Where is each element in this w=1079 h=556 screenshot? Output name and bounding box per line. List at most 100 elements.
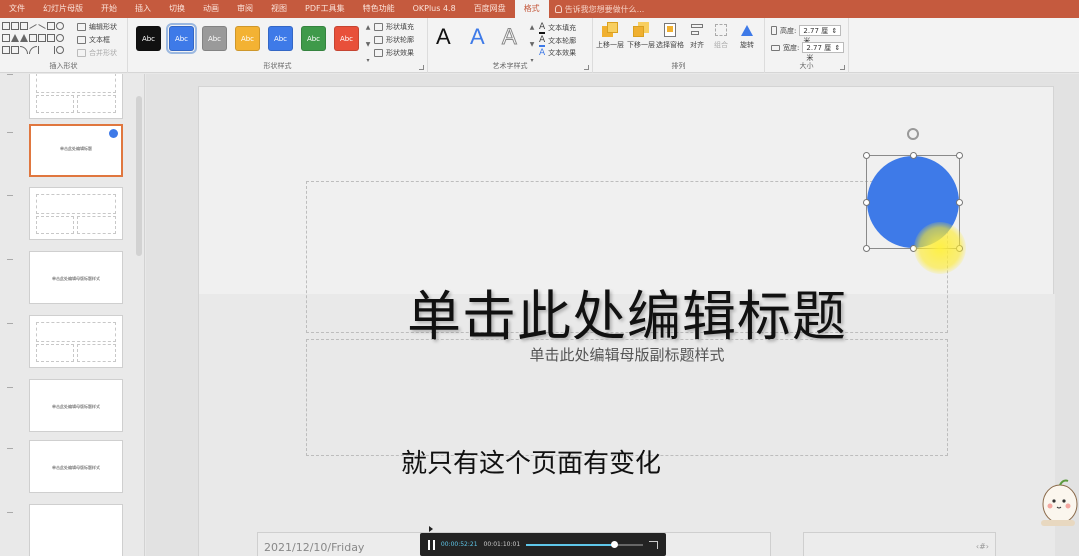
slide-thumbnail[interactable]: 单击此处编辑母版标题样式 <box>29 440 123 493</box>
dialog-launcher-icon[interactable] <box>419 65 424 70</box>
bring-forward-button[interactable]: 上移一层 <box>593 22 627 50</box>
gallery-scroll[interactable]: ▲ ▼ ▾ <box>364 24 372 64</box>
wordart-style-black[interactable]: A <box>436 24 451 50</box>
ribbon-tab[interactable]: 百度网盘 <box>465 0 515 18</box>
arrow-shape-icon[interactable] <box>29 34 37 42</box>
dialog-launcher-icon[interactable] <box>840 65 845 70</box>
text-outline-button[interactable]: A 文本轮廓 <box>539 35 576 47</box>
textbox-shape-icon[interactable] <box>20 22 28 30</box>
wordart-gallery-scroll[interactable]: ▲ ▼ ▾ <box>528 24 536 64</box>
rectangle-shape-icon[interactable] <box>11 46 19 54</box>
slide-thumbnail[interactable] <box>29 187 123 240</box>
shape-fill-button[interactable]: 形状填充 <box>374 22 414 32</box>
shape-effects-button[interactable]: 形状效果 <box>374 48 414 58</box>
arrow-shape-icon[interactable] <box>47 34 55 42</box>
shape-style-swatch[interactable]: Abc <box>202 26 227 51</box>
subtitle-placeholder[interactable]: 单击此处编辑母版副标题样式 <box>306 339 948 456</box>
wordart-style-blue[interactable]: A <box>470 24 485 50</box>
ribbon-tab[interactable]: 视图 <box>262 0 296 18</box>
group-arrange: 上移一层 下移一层 选择窗格 对齐 组合 旋转 排列 <box>593 18 765 73</box>
resize-handle[interactable] <box>956 152 963 159</box>
spinner-icon[interactable]: ⇕ <box>834 43 840 52</box>
triangle-shape-icon[interactable] <box>20 34 28 42</box>
chevron-up-icon[interactable]: ▲ <box>366 24 371 31</box>
chevron-down-icon[interactable]: ▼ <box>366 41 371 48</box>
edit-shape-button[interactable]: 编辑形状 <box>77 22 117 32</box>
resize-handle[interactable] <box>956 199 963 206</box>
title-placeholder[interactable]: 单击此处编辑标题 <box>306 181 948 348</box>
chevron-down-icon[interactable]: ▼ <box>530 41 535 48</box>
slide-thumbnail[interactable] <box>29 504 123 556</box>
slide-thumbnail[interactable] <box>29 315 123 368</box>
ribbon-tab[interactable]: 切换 <box>160 0 194 18</box>
wordart-style-outline[interactable]: A <box>502 24 518 50</box>
ribbon-tab[interactable]: 插入 <box>126 0 160 18</box>
rotate-button[interactable]: 旋转 <box>735 22 759 50</box>
rectangle-shape-icon[interactable] <box>11 22 19 30</box>
ribbon-tab[interactable]: 文件 <box>0 0 34 18</box>
ribbon-tab[interactable]: PDF工具集 <box>296 0 354 18</box>
line-shape-icon[interactable] <box>38 24 46 29</box>
ribbon-tab[interactable]: OKPlus 4.8 <box>404 0 465 18</box>
shape-style-swatch[interactable]: Abc <box>334 26 359 51</box>
spinner-icon[interactable]: ⇕ <box>831 26 837 35</box>
slide-thumbnail[interactable] <box>29 74 123 119</box>
slide-number-placeholder[interactable]: ‹#› <box>803 532 996 556</box>
oval-shape-icon[interactable] <box>56 22 64 30</box>
line-shape-icon[interactable] <box>29 24 37 29</box>
slide-thumbnail[interactable]: 单击此处编辑标题 <box>29 124 123 177</box>
ribbon-tab[interactable]: 特色功能 <box>354 0 404 18</box>
group-objects-button[interactable]: 组合 <box>709 22 733 50</box>
oval-shape-icon[interactable] <box>56 46 64 54</box>
dialog-launcher-icon[interactable] <box>584 65 589 70</box>
tell-me-search[interactable]: 告诉我您想要做什么... <box>554 4 644 15</box>
curve-shape-icon[interactable] <box>20 46 28 54</box>
rectangle-shape-icon[interactable] <box>2 34 10 42</box>
brace-shape-icon[interactable] <box>47 46 55 54</box>
rectangle-shape-icon[interactable] <box>2 46 10 54</box>
slide[interactable]: 单击此处编辑标题 单击此处编辑母版副标题样式 就只有这个页面有变化 2021/1… <box>198 86 1055 556</box>
thumbnail-placeholder <box>77 344 116 362</box>
shape-style-swatch[interactable]: Abc <box>166 23 197 54</box>
rectangle-shape-icon[interactable] <box>2 22 10 30</box>
width-input[interactable]: 2.77 厘米 ⇕ <box>802 42 845 62</box>
text-fill-button[interactable]: A 文本填充 <box>539 22 576 34</box>
video-progress-knob[interactable] <box>610 540 618 548</box>
triangle-shape-icon[interactable] <box>11 34 19 42</box>
align-button[interactable]: 对齐 <box>685 22 709 50</box>
shape-outline-button[interactable]: 形状轮廓 <box>374 35 414 45</box>
oval-shape-icon[interactable] <box>56 34 64 42</box>
pause-icon[interactable] <box>428 539 435 550</box>
resize-handle[interactable] <box>910 152 917 159</box>
ribbon-tab[interactable]: 审阅 <box>228 0 262 18</box>
resize-handle[interactable] <box>863 199 870 206</box>
shape-style-swatch[interactable]: Abc <box>235 26 260 51</box>
ribbon-tab[interactable]: 幻灯片母版 <box>34 0 92 18</box>
text-box-button[interactable]: 文本框 <box>77 35 110 45</box>
video-progress-track[interactable] <box>526 540 644 548</box>
merge-shapes-button[interactable]: 合并形状 <box>77 48 117 58</box>
resize-handle[interactable] <box>863 152 870 159</box>
slide-thumbnail[interactable]: 单击此处编辑母版标题样式 <box>29 379 123 432</box>
brace-shape-icon[interactable] <box>38 46 46 54</box>
ribbon-tab[interactable]: 动画 <box>194 0 228 18</box>
curve-shape-icon[interactable] <box>29 46 37 54</box>
thumbnail-marker <box>7 195 13 196</box>
arrow-shape-icon[interactable] <box>38 34 46 42</box>
rectangle-shape-icon[interactable] <box>47 22 55 30</box>
shapes-gallery[interactable] <box>2 22 68 58</box>
text-effects-button[interactable]: A 文本效果 <box>539 48 576 58</box>
ribbon-tab[interactable]: 格式 <box>514 0 549 18</box>
chevron-up-icon[interactable]: ▲ <box>530 24 535 31</box>
resize-handle[interactable] <box>863 245 870 252</box>
shape-style-swatch[interactable]: Abc <box>301 26 326 51</box>
selection-pane-button[interactable]: 选择窗格 <box>653 22 687 50</box>
shape-style-swatch[interactable]: Abc <box>136 26 161 51</box>
fullscreen-icon[interactable] <box>649 540 658 549</box>
rotate-handle-icon[interactable] <box>907 128 919 140</box>
shape-style-swatch[interactable]: Abc <box>268 26 293 51</box>
thumbnail-scrollbar[interactable] <box>136 96 142 256</box>
height-input[interactable]: 2.77 厘米 ⇕ <box>799 25 842 45</box>
slide-thumbnail[interactable]: 单击此处编辑母版标题样式 <box>29 251 123 304</box>
ribbon-tab[interactable]: 开始 <box>92 0 126 18</box>
